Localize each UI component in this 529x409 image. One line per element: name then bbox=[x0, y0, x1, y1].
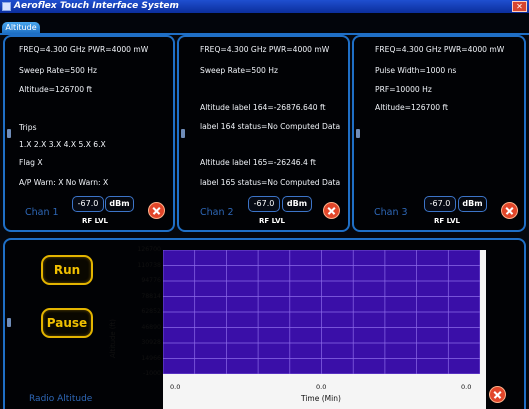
ch1-line: Trips bbox=[19, 123, 37, 132]
unit-button[interactable]: dBm bbox=[282, 196, 312, 212]
ch1-line: FREQ=4.300 GHz PWR=4000 mW bbox=[19, 45, 149, 54]
ch2-line: FREQ=4.300 GHz PWR=4000 mW bbox=[200, 45, 330, 54]
run-button[interactable]: Run bbox=[41, 255, 93, 285]
ch3-line: PRF=10000 Hz bbox=[375, 85, 432, 94]
window-close-button[interactable]: ✕ bbox=[512, 1, 527, 12]
close-icon[interactable] bbox=[489, 386, 506, 403]
ch2-line: Altitude label 165=-26246.4 ft bbox=[200, 158, 316, 167]
plot-area bbox=[162, 249, 481, 375]
title-bar: Aeroflex Touch Interface System ✕ bbox=[0, 0, 529, 13]
y-tick-label: 110738 bbox=[137, 261, 161, 269]
pause-button[interactable]: Pause bbox=[41, 308, 93, 338]
y-axis-label: Altitude (ft) bbox=[109, 319, 117, 358]
window-title: Aeroflex Touch Interface System bbox=[14, 1, 179, 11]
y-tick-label: 94776 bbox=[141, 277, 161, 284]
y-tick-label: 30928 bbox=[141, 339, 161, 346]
ch1-line: 1.X 2.X 3.X 4.X 5.X 6.X bbox=[19, 140, 106, 149]
app-icon bbox=[2, 2, 11, 11]
x-tick-label: 0.0 bbox=[461, 383, 472, 391]
rf-level-label: RF LVL bbox=[259, 217, 285, 225]
unit-button[interactable]: dBm bbox=[105, 196, 134, 212]
ch1-line: Flag X bbox=[19, 158, 43, 167]
y-tick-label: 46890 bbox=[141, 323, 161, 331]
close-icon[interactable] bbox=[323, 202, 340, 219]
x-tick-label: 0.0 bbox=[170, 383, 181, 391]
close-icon[interactable] bbox=[501, 202, 518, 219]
y-tick-label: 78814 bbox=[141, 292, 161, 300]
ch1-line: A/P Warn: X No Warn: X bbox=[19, 178, 109, 187]
ch1-line: Sweep Rate=500 Hz bbox=[19, 66, 97, 75]
x-axis-label: Time (Min) bbox=[301, 394, 341, 403]
channel-2-panel: FREQ=4.300 GHz PWR=4000 mW Sweep Rate=50… bbox=[177, 35, 350, 232]
ch2-line: label 164 status=No Computed Data bbox=[200, 122, 341, 131]
plot-grid bbox=[162, 249, 481, 375]
channel-name: Chan 3 bbox=[374, 207, 408, 218]
rf-level-input[interactable]: -67.0 bbox=[424, 196, 456, 212]
unit-button[interactable]: dBm bbox=[458, 196, 487, 212]
channel-name: Chan 1 bbox=[25, 207, 59, 218]
ch2-line: label 165 status=No Computed Data bbox=[200, 178, 341, 187]
y-tick-label: 14966 bbox=[141, 354, 161, 362]
tab-strip: Altitude bbox=[0, 13, 529, 35]
tab-altitude[interactable]: Altitude bbox=[2, 22, 40, 34]
drag-handle[interactable] bbox=[356, 129, 360, 138]
channel-1-panel: FREQ=4.300 GHz PWR=4000 mW Sweep Rate=50… bbox=[3, 35, 175, 232]
section-label: Radio Altitude bbox=[29, 394, 93, 404]
ch3-line: Pulse Width=1000 ns bbox=[375, 66, 457, 75]
rf-level-label: RF LVL bbox=[82, 217, 108, 225]
close-icon[interactable] bbox=[148, 202, 165, 219]
y-tick-label: -1000 bbox=[143, 370, 161, 377]
ch3-line: FREQ=4.300 GHz PWR=4000 mW bbox=[375, 45, 505, 54]
radio-altitude-panel: Run Pause Radio Altitude 126700 110738 947… bbox=[3, 238, 526, 409]
drag-handle[interactable] bbox=[181, 129, 185, 138]
y-tick-label: 126700 bbox=[137, 246, 161, 253]
drag-handle[interactable] bbox=[7, 129, 11, 138]
x-tick-label: 0.0 bbox=[316, 383, 327, 391]
channel-name: Chan 2 bbox=[200, 207, 234, 218]
rf-level-input[interactable]: -67.0 bbox=[72, 196, 104, 212]
ch2-line: Altitude label 164=-26876.640 ft bbox=[200, 103, 326, 112]
ch3-line: Altitude=126700 ft bbox=[375, 103, 448, 112]
ch1-line: Altitude=126700 ft bbox=[19, 85, 92, 94]
rf-level-input[interactable]: -67.0 bbox=[248, 196, 280, 212]
rf-level-label: RF LVL bbox=[434, 217, 460, 225]
y-tick-label: 62852 bbox=[141, 308, 161, 315]
channel-3-panel: FREQ=4.300 GHz PWR=4000 mW Pulse Width=1… bbox=[352, 35, 526, 232]
drag-handle[interactable] bbox=[7, 318, 11, 327]
ch2-line: Sweep Rate=500 Hz bbox=[200, 66, 278, 75]
